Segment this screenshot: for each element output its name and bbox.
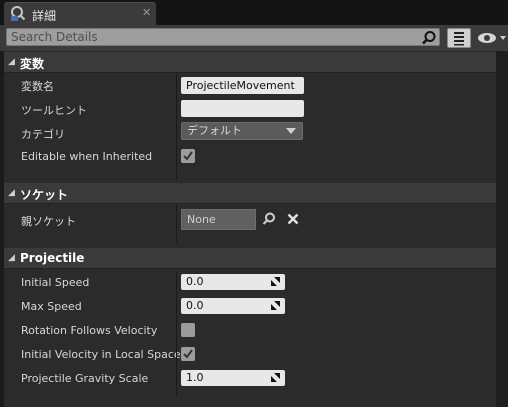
row-editable-when-inherited: Editable when Inherited xyxy=(4,145,496,179)
category-variable[interactable]: ◢ 変数 xyxy=(4,52,496,73)
close-icon[interactable]: ✕ xyxy=(142,6,151,19)
collapse-arrow-icon: ◢ xyxy=(8,188,15,198)
tooltip-field[interactable] xyxy=(181,100,304,117)
scrollbar[interactable] xyxy=(497,51,508,407)
initial-speed-field[interactable]: 0.0 xyxy=(181,274,285,290)
property-label: 親ソケット xyxy=(21,215,76,228)
search-input[interactable] xyxy=(6,28,440,46)
property-label: ツールヒント xyxy=(21,104,87,117)
check-icon xyxy=(183,151,193,161)
initial-velocity-local-space-checkbox[interactable] xyxy=(181,347,195,361)
column-divider[interactable] xyxy=(176,204,177,242)
property-label: Initial Speed xyxy=(21,276,90,289)
column-divider[interactable] xyxy=(176,271,177,397)
collapse-arrow-icon: ◢ xyxy=(8,57,15,67)
tab-details[interactable]: 詳細 ✕ xyxy=(4,2,156,26)
column-divider[interactable] xyxy=(176,73,177,179)
drag-handle-icon[interactable] xyxy=(271,277,280,286)
property-label: Projectile Gravity Scale xyxy=(21,372,149,385)
view-options-icon xyxy=(454,32,464,46)
details-info-icon xyxy=(11,6,26,21)
projectile-gravity-scale-field[interactable]: 1.0 xyxy=(181,370,285,386)
field-value: 0.0 xyxy=(186,299,204,312)
eye-icon[interactable] xyxy=(477,31,507,45)
chevron-down-icon xyxy=(286,128,296,134)
drag-handle-icon[interactable] xyxy=(271,373,280,382)
search-icon[interactable] xyxy=(421,30,437,46)
property-label: Initial Velocity in Local Space xyxy=(21,348,181,361)
view-options-button[interactable] xyxy=(447,28,471,48)
category-socket[interactable]: ◢ ソケット xyxy=(4,183,496,204)
editable-when-inherited-checkbox[interactable] xyxy=(181,149,195,163)
search-icon[interactable] xyxy=(262,212,276,226)
category-label: ソケット xyxy=(20,188,69,202)
dropdown-value: デフォルト xyxy=(187,124,242,137)
clear-icon[interactable] xyxy=(286,212,300,226)
category-projectile[interactable]: ◢ Projectile xyxy=(4,248,496,269)
field-value: 0.0 xyxy=(186,275,204,288)
rotation-follows-velocity-checkbox[interactable] xyxy=(181,323,195,337)
property-label: カテゴリ xyxy=(21,128,65,141)
category-dropdown[interactable]: デフォルト xyxy=(181,122,303,140)
check-icon xyxy=(183,349,193,359)
property-label: 変数名 xyxy=(21,80,54,93)
collapse-arrow-icon: ◢ xyxy=(8,253,15,263)
category-label: Projectile xyxy=(20,251,85,265)
tab-label: 詳細 xyxy=(32,9,57,23)
tab-strip: 詳細 ✕ xyxy=(0,0,508,26)
parent-socket-field[interactable]: None xyxy=(181,209,256,230)
drag-handle-icon[interactable] xyxy=(271,301,280,310)
category-label: 変数 xyxy=(20,57,45,71)
row-rotation-follows-velocity: Rotation Follows Velocity xyxy=(4,319,496,343)
row-initial-velocity-local-space: Initial Velocity in Local Space xyxy=(4,343,496,367)
property-label: Rotation Follows Velocity xyxy=(21,324,158,337)
field-value: 1.0 xyxy=(186,371,204,384)
variable-name-field[interactable]: ProjectileMovement xyxy=(181,77,304,94)
property-label: Max Speed xyxy=(21,300,82,313)
search-bar xyxy=(0,25,508,51)
property-label: Editable when Inherited xyxy=(21,150,153,163)
max-speed-field[interactable]: 0.0 xyxy=(181,298,285,314)
